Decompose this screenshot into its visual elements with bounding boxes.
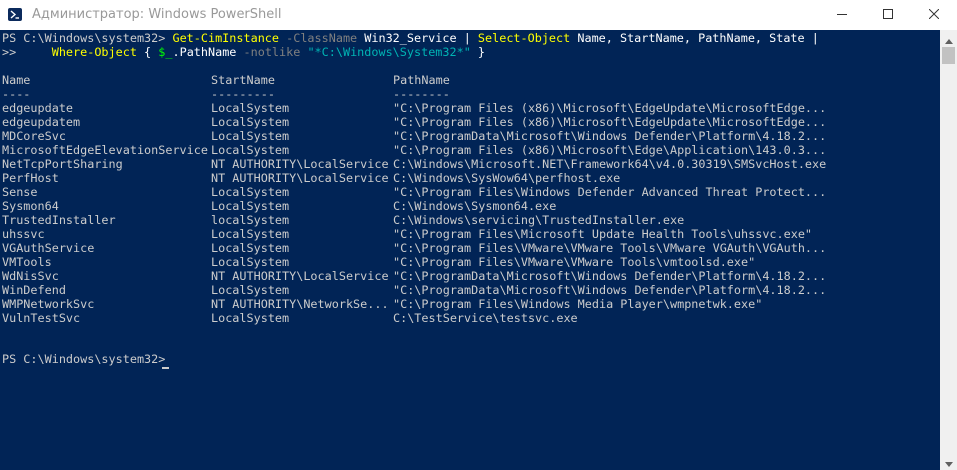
maximize-button[interactable] — [865, 0, 911, 30]
command-line-1: PS C:\Windows\system32> Get-CimInstance … — [2, 31, 819, 45]
row-name: VMTools — [2, 255, 52, 269]
command-line-2: >> Where-Object { $_.PathName -notlike "… — [2, 45, 485, 59]
row-pathname: "C:\Program Files\Windows Media Player\w… — [393, 297, 763, 311]
scroll-up-button[interactable] — [940, 30, 957, 47]
powershell-window: Администратор: Windows PowerShell PS C:\… — [0, 0, 957, 470]
arg-win32-service: Win32_Service | — [364, 31, 478, 45]
separator-pathname: -------- — [393, 87, 450, 101]
property-pathname: .PathName — [172, 45, 237, 59]
cmdlet-get-ciminstance: Get-CimInstance — [172, 31, 280, 45]
row-name: WMPNetworkSvc — [2, 297, 95, 311]
title-bar[interactable]: Администратор: Windows PowerShell — [0, 0, 957, 30]
row-name: WdNisSvc — [2, 269, 59, 283]
scriptblock-open: { — [136, 45, 159, 59]
console-output[interactable]: PS C:\Windows\system32> Get-CimInstance … — [0, 30, 940, 470]
row-name: MicrosoftEdgeElevationService — [2, 143, 208, 157]
row-name: PerfHost — [2, 171, 59, 185]
row-pathname: "C:\Program Files (x86)\Microsoft\EdgeUp… — [393, 115, 827, 129]
row-startname: localSystem — [211, 213, 290, 227]
continuation-prompt: >> — [2, 45, 52, 59]
row-startname: LocalSystem — [211, 227, 290, 241]
row-pathname: "C:\Program Files (x86)\Microsoft\EdgeUp… — [393, 101, 827, 115]
row-pathname: "C:\Program Files\VMware\VMware Tools\vm… — [393, 255, 756, 269]
row-startname: NT AUTHORITY\LocalService — [211, 269, 389, 283]
chevron-up-icon — [944, 29, 953, 48]
row-startname: LocalSystem — [211, 143, 290, 157]
close-button[interactable] — [911, 0, 957, 30]
cmdlet-select-object: Select-Object — [477, 31, 571, 45]
cmdlet-where-object: Where-Object — [51, 45, 137, 59]
header-name: Name — [2, 73, 31, 87]
row-name: NetTcpPortSharing — [2, 157, 123, 171]
final-prompt: PS C:\Windows\system32> — [2, 352, 166, 366]
row-pathname: "C:\Program Files\Microsoft Update Healt… — [393, 227, 813, 241]
separator-name: ---- — [2, 87, 31, 101]
row-pathname: "C:\Program Files (x86)\Microsoft\Edge\A… — [393, 143, 827, 157]
prompt: PS C:\Windows\system32> — [2, 31, 166, 45]
row-name: edgeupdatem — [2, 115, 81, 129]
pipeline-variable: $_ — [158, 45, 173, 59]
row-name: WinDefend — [2, 283, 66, 297]
row-name: uhssvc — [2, 227, 45, 241]
row-startname: NT AUTHORITY\LocalService — [211, 171, 389, 185]
minimize-icon — [837, 8, 847, 23]
operator-notlike: -notlike — [243, 45, 301, 59]
header-startname: StartName — [211, 73, 275, 87]
row-name: TrustedInstaller — [2, 213, 116, 227]
scroll-thumb[interactable] — [942, 47, 955, 64]
row-pathname: "C:\ProgramData\Microsoft\Windows Defend… — [393, 129, 827, 143]
row-startname: LocalSystem — [211, 311, 290, 325]
chevron-down-icon — [944, 452, 953, 470]
row-pathname: "C:\ProgramData\Microsoft\Windows Defend… — [393, 283, 827, 297]
row-pathname: "C:\Program Files\Windows Defender Advan… — [393, 185, 827, 199]
row-name: MDCoreSvc — [2, 129, 66, 143]
row-startname: LocalSystem — [211, 129, 290, 143]
row-startname: LocalSystem — [211, 199, 290, 213]
vertical-scrollbar[interactable] — [940, 30, 957, 470]
row-pathname: C:\Windows\Sysmon64.exe — [393, 199, 557, 213]
row-pathname: C:\TestService\testsvc.exe — [393, 311, 578, 325]
powershell-icon — [8, 8, 22, 21]
row-pathname: C:\Windows\Microsoft.NET\Framework64\v4.… — [393, 157, 827, 171]
row-startname: LocalSystem — [211, 115, 290, 129]
row-startname: LocalSystem — [211, 101, 290, 115]
row-pathname: C:\Windows\SysWow64\perfhost.exe — [393, 171, 621, 185]
scroll-down-button[interactable] — [940, 453, 957, 470]
text-cursor — [162, 367, 169, 369]
separator-startname: --------- — [211, 87, 275, 101]
row-name: Sysmon64 — [2, 199, 59, 213]
row-pathname: "C:\Program Files\VMware\VMware Tools\VM… — [393, 241, 827, 255]
row-startname: NT AUTHORITY\NetworkSe... — [211, 297, 389, 311]
row-name: VulnTestSvc — [2, 311, 81, 325]
window-title: Администратор: Windows PowerShell — [32, 7, 282, 22]
row-name: VGAuthService — [2, 241, 95, 255]
row-name: Sense — [2, 185, 38, 199]
row-name: edgeupdate — [2, 101, 74, 115]
row-pathname: C:\Windows\servicing\TrustedInstaller.ex… — [393, 213, 685, 227]
param-classname: -ClassName — [286, 31, 358, 45]
row-startname: LocalSystem — [211, 283, 290, 297]
header-pathname: PathName — [393, 73, 450, 87]
row-startname: LocalSystem — [211, 185, 290, 199]
row-startname: LocalSystem — [211, 255, 290, 269]
row-pathname: "C:\ProgramData\Microsoft\Windows Defend… — [393, 269, 827, 283]
minimize-button[interactable] — [819, 0, 865, 30]
row-startname: NT AUTHORITY\LocalService — [211, 157, 389, 171]
maximize-icon — [883, 8, 893, 23]
close-icon — [928, 8, 940, 23]
scriptblock-close: } — [470, 45, 486, 59]
arg-select-properties: Name, StartName, PathName, State | — [577, 31, 819, 45]
row-startname: LocalSystem — [211, 241, 290, 255]
filter-string: "*C:\Windows\System32*" — [307, 45, 471, 59]
